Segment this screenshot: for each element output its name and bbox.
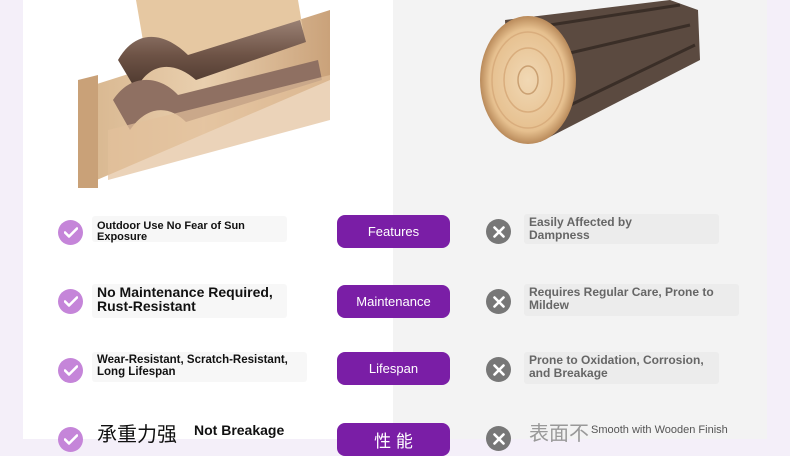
disadvantage-text: Prone to Oxidation, Corrosion, and Break… [529,353,704,380]
close-icon [486,289,511,314]
check-icon [58,358,83,383]
advantage-text-cn: 承重力强 [97,424,177,446]
advantage-text: Wear-Resistant, Scratch-Resistant, Long … [97,354,288,378]
feature-label: Features [337,215,450,248]
feature-label: 性 能 [337,423,450,456]
disadvantage-text: Requires Regular Care, Prone to Mildew [529,285,714,312]
wood-log-image [480,0,700,144]
advantage-text: Outdoor Use No Fear of Sun Exposure [97,220,245,243]
check-icon [58,427,83,452]
disadvantage-text-cn: 表面不 [529,423,589,445]
advantage-text: Not Breakage [194,422,285,438]
product-profile-image [78,0,330,188]
close-icon [486,357,511,382]
close-icon [486,219,511,244]
advantage-text: No Maintenance Required, Rust-Resistant [97,284,273,314]
check-icon [58,289,83,314]
feature-label: Lifespan [337,352,450,385]
check-icon [58,220,83,245]
disadvantage-text: Smooth with Wooden Finish [591,424,728,436]
feature-label: Maintenance [337,285,450,318]
disadvantage-text: Easily Affected by Dampness [529,215,632,242]
